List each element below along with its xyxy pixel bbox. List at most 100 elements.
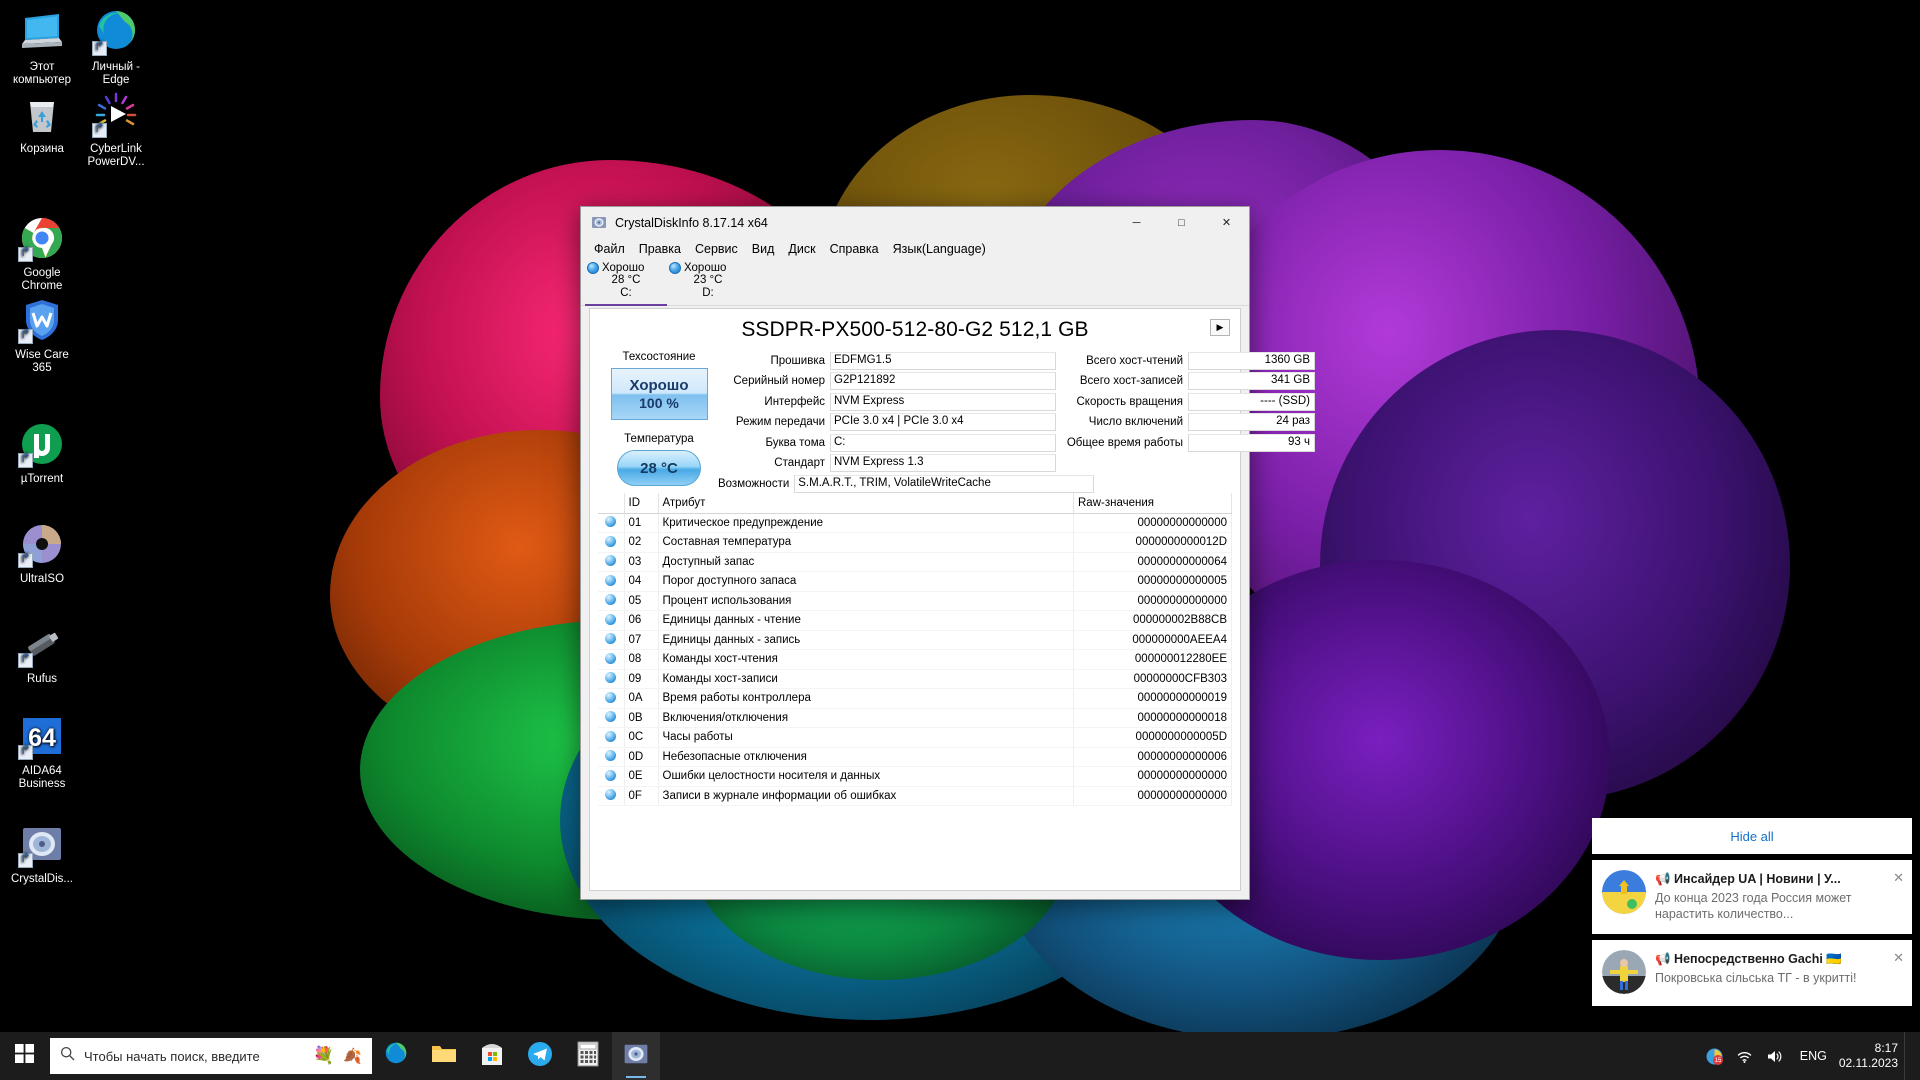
volume-icon[interactable] [1760,1032,1790,1080]
field-value[interactable]: C: [830,433,1056,452]
table-row[interactable]: 07 Единицы данных - запись 000000000AEEA4 [598,630,1232,650]
column-header-raw[interactable]: Raw-значения [1073,493,1232,514]
attribute-raw-value: 000000000AEEA4 [1073,630,1232,650]
field-value[interactable]: 93 ч [1188,433,1315,452]
table-row[interactable]: 01 Критическое предупреждение 000000000000… [598,513,1232,533]
field-value[interactable]: EDFMG1.5 [830,351,1056,370]
attribute-id: 06 [624,610,659,631]
column-header-attribute[interactable]: Атрибут [658,493,1074,514]
shortcut-overlay-icon [92,123,107,138]
field-power-on-count: Число включений 24 раз [1060,413,1315,433]
disk-info-panel: Техсостояние Хорошо 100 % Температура 28… [590,345,1315,495]
attributes-table-container[interactable]: ID Атрибут Raw-значения 01 Критическое пр… [598,493,1232,828]
table-row[interactable]: 0B Включения/отключения 00000000000018 [598,708,1232,728]
desktop-icon-rufus[interactable]: Rufus [4,620,80,686]
temperature-caption: Температура [624,433,694,445]
menu-item-file[interactable]: Файл [587,240,632,258]
show-desktop-button[interactable] [1904,1032,1912,1080]
taskbar-app-calculator[interactable] [564,1032,612,1080]
table-row[interactable]: 0C Часы работы 0000000000005D [598,727,1232,748]
drive-status-label: Хорошо [602,262,645,274]
notification-body: До конца 2023 года Россия может нарастит… [1655,891,1852,921]
desktop-icon-label: Этот компьютер [13,61,71,86]
search-input[interactable]: Чтобы начать поиск, введите 💐 🍂 [50,1038,372,1074]
taskbar-app-microsoft-store[interactable] [468,1032,516,1080]
attribute-name: Команды хост-чтения [658,649,1074,670]
column-header-bulb[interactable] [598,493,625,514]
table-row[interactable]: 09 Команды хост-записи 00000000CFB303 [598,669,1232,689]
field-value[interactable]: 1360 GB [1188,351,1315,370]
table-row[interactable]: 03 Доступный запас 00000000000064 [598,552,1232,572]
wifi-icon[interactable] [1730,1032,1760,1080]
attribute-raw-value: 00000000000000 [1073,766,1232,787]
drive-tab-c[interactable]: Хорошо 28 °C C: [585,260,667,306]
clock[interactable]: 8:17 02.11.2023 [1837,1041,1904,1071]
field-value[interactable]: 341 GB [1188,372,1315,391]
taskbar-app-edge[interactable] [372,1032,420,1080]
field-value[interactable]: PCIe 3.0 x4 | PCIe 3.0 x4 [830,413,1056,432]
desktop-icon-recycle-bin[interactable]: Корзина [4,90,80,156]
close-icon[interactable]: ✕ [1893,950,1904,966]
desktop-icon-wise-care[interactable]: Wise Care 365 [4,296,80,375]
attribute-raw-value: 00000000000000 [1073,513,1232,533]
table-row[interactable]: 05 Процент использования 00000000000000 [598,591,1232,611]
menu-item-edit[interactable]: Правка [632,240,688,258]
notification-item[interactable]: 📢 Инсайдер UA | Новини | У... До конца 2… [1592,860,1912,934]
table-row[interactable]: 04 Порог доступного запаса 00000000000005 [598,571,1232,592]
menu-item-disk[interactable]: Диск [781,240,822,258]
table-row[interactable]: 0A Время работы контроллера 00000000000019 [598,688,1232,709]
notification-item[interactable]: 📢 Непосредственно Gachi 🇺🇦 Покровська сі… [1592,940,1912,1006]
maximize-button[interactable]: □ [1159,207,1204,238]
field-label: Скорость вращения [1076,395,1184,408]
desktop-icon-crystaldiskinfo[interactable]: CrystalDis... [4,820,80,886]
attribute-id: 09 [624,669,659,689]
field-interface: Интерфейс NVM Express [718,392,1056,412]
language-indicator[interactable]: ENG [1790,1049,1837,1063]
desktop-icon-powerdvd[interactable]: CyberLink PowerDV... [78,90,154,169]
close-icon[interactable]: ✕ [1893,870,1904,886]
health-status-box[interactable]: Хорошо 100 % [610,368,708,420]
desktop-icon-ultraiso[interactable]: UltraISO [4,520,80,586]
crystaldiskinfo-window[interactable]: CrystalDiskInfo 8.17.14 x64 ─ □ ✕ Файл П… [580,206,1315,900]
column-header-id[interactable]: ID [624,493,659,514]
taskbar-app-file-explorer[interactable] [420,1032,468,1080]
shortcut-overlay-icon [18,453,33,468]
menu-item-service[interactable]: Сервис [688,240,745,258]
table-row[interactable]: 0F Записи в журнале информации об ошибках… [598,786,1232,806]
taskbar-app-telegram[interactable] [516,1032,564,1080]
shortcut-overlay-icon [18,329,33,344]
desktop-icon-edge[interactable]: Личный - Edge [78,8,154,87]
temperature-box[interactable]: 28 °C [617,450,701,486]
desktop-icon-chrome[interactable]: Google Chrome [4,214,80,293]
field-value[interactable]: NVM Express [830,392,1056,411]
table-row[interactable]: 0E Ошибки целостности носителя и данных 00… [598,766,1232,787]
taskbar-app-crystaldiskinfo[interactable] [612,1032,660,1080]
drive-tab-d[interactable]: Хорошо 23 °C D: [667,260,749,305]
desktop-icon-aida64[interactable]: 64 AIDA64 Business [4,712,80,791]
close-button[interactable]: ✕ [1204,207,1249,238]
start-button[interactable] [0,1032,48,1080]
table-row[interactable]: 02 Составная температура 0000000000012D [598,532,1232,553]
field-value[interactable]: NVM Express 1.3 [830,454,1056,473]
antivirus-icon[interactable]: 15 [1700,1032,1730,1080]
temperature-value: 28 °C [640,459,678,477]
desktop-icon-this-pc[interactable]: Этот компьютер [4,8,80,87]
desktop-icon-utorrent[interactable]: µTorrent [4,420,80,486]
table-row[interactable]: 06 Единицы данных - чтение 000000002B88CB [598,610,1232,631]
table-row[interactable]: 0D Небезопасные отключения 00000000000006 [598,747,1232,767]
window-titlebar[interactable]: CrystalDiskInfo 8.17.14 x64 ─ □ ✕ [581,207,1249,238]
field-value[interactable]: S.M.A.R.T., TRIM, VolatileWriteCache [794,474,1095,493]
next-disk-button[interactable]: ▶ [1210,319,1230,336]
field-value[interactable]: ---- (SSD) [1188,392,1315,411]
menu-item-view[interactable]: Вид [745,240,782,258]
field-value[interactable]: 24 раз [1188,413,1315,432]
menu-item-language[interactable]: Язык(Language) [886,240,993,258]
table-row[interactable]: 08 Команды хост-чтения 000000012280EE [598,649,1232,670]
attribute-raw-value: 00000000000019 [1073,688,1232,709]
minimize-button[interactable]: ─ [1114,207,1159,238]
shortcut-overlay-icon [18,745,33,760]
menu-item-help[interactable]: Справка [823,240,886,258]
field-value[interactable]: G2P121892 [830,372,1056,391]
drive-tab-bar: Хорошо 28 °C C: Хорошо 23 °C D: [581,260,1249,306]
hide-all-button[interactable]: Hide all [1592,818,1912,854]
